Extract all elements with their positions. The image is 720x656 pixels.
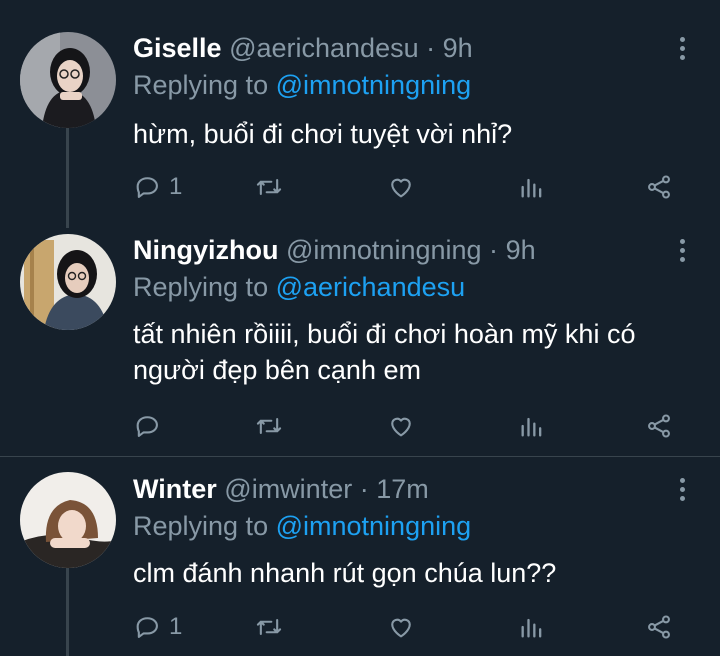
avatar-ningyizhou[interactable] <box>20 234 116 330</box>
user-handle[interactable]: @imnotningning <box>286 235 482 265</box>
like-icon <box>391 417 411 437</box>
replying-to-line: Replying to @imnotningning <box>133 509 471 543</box>
replying-to-label: Replying to <box>133 70 269 100</box>
analytics-button[interactable] <box>518 170 546 204</box>
like-icon <box>391 178 411 198</box>
like-icon <box>391 618 411 638</box>
separator-dot: · <box>489 235 499 265</box>
user-handle[interactable]: @imwinter <box>224 474 352 504</box>
reply-icon <box>136 177 158 198</box>
share-button[interactable] <box>645 409 673 443</box>
retweet-icon <box>256 618 282 636</box>
replying-to-line: Replying to @imnotningning <box>133 68 471 102</box>
more-vertical-icon[interactable] <box>675 239 689 266</box>
analytics-button[interactable] <box>518 610 546 644</box>
tweet-text: tất nhiên rồiiii, buổi đi chơi hoàn mỹ k… <box>133 319 636 385</box>
reply-icon <box>136 617 158 638</box>
tweet-actions: 1 <box>133 610 693 644</box>
mention-link[interactable]: @imnotningning <box>276 70 472 100</box>
avatar-giselle[interactable] <box>20 32 116 128</box>
reply-count: 1 <box>169 173 183 200</box>
reply-icon <box>136 416 158 437</box>
like-button[interactable] <box>387 409 415 443</box>
analytics-icon <box>521 618 542 638</box>
tweet-header: Ningyizhou @imnotningning · 9h <box>133 232 536 268</box>
retweet-icon <box>256 417 282 435</box>
display-name[interactable]: Ningyizhou <box>133 235 278 265</box>
share-icon <box>648 615 670 639</box>
mention-link[interactable]: @imnotningning <box>276 511 472 541</box>
mention-link[interactable]: @aerichandesu <box>276 272 466 302</box>
reply-count: 1 <box>169 613 183 640</box>
timestamp[interactable]: 17m <box>376 474 429 504</box>
analytics-icon <box>521 417 542 437</box>
retweet-button[interactable] <box>255 170 283 204</box>
share-icon <box>648 175 670 199</box>
thread-line <box>66 568 69 656</box>
user-handle[interactable]: @aerichandesu <box>229 33 419 63</box>
like-button[interactable] <box>387 170 415 204</box>
more-vertical-icon[interactable] <box>675 37 689 64</box>
analytics-button[interactable] <box>518 409 546 443</box>
retweet-button[interactable] <box>255 409 283 443</box>
share-icon <box>648 414 670 438</box>
tweet-header: Winter @imwinter · 17m <box>133 471 429 507</box>
display-name[interactable]: Giselle <box>133 33 222 63</box>
replying-to-label: Replying to <box>133 272 269 302</box>
separator-dot: · <box>426 33 436 63</box>
analytics-icon <box>521 178 542 198</box>
tweet-actions <box>133 409 693 443</box>
share-button[interactable] <box>645 170 673 204</box>
reply-button[interactable] <box>133 409 169 443</box>
share-button[interactable] <box>645 610 673 644</box>
reply-button[interactable]: 1 <box>133 170 182 204</box>
tweet-header: Giselle @aerichandesu · 9h <box>133 30 473 66</box>
avatar-winter[interactable] <box>20 472 116 568</box>
tweet-divider <box>0 456 720 457</box>
reply-button[interactable]: 1 <box>133 610 182 644</box>
retweet-button[interactable] <box>255 610 283 644</box>
retweet-icon <box>256 178 282 196</box>
separator-dot: · <box>359 474 369 504</box>
tweet-text: hừm, buổi đi chơi tuyệt vời nhỉ? <box>133 119 513 149</box>
thread-line <box>66 128 69 228</box>
display-name[interactable]: Winter <box>133 474 217 504</box>
tweet-text: clm đánh nhanh rút gọn chúa lun?? <box>133 558 557 588</box>
replying-to-label: Replying to <box>133 511 269 541</box>
tweet-actions: 1 <box>133 170 693 204</box>
timestamp[interactable]: 9h <box>443 33 473 63</box>
timestamp[interactable]: 9h <box>506 235 536 265</box>
more-vertical-icon[interactable] <box>675 478 689 505</box>
like-button[interactable] <box>387 610 415 644</box>
replying-to-line: Replying to @aerichandesu <box>133 270 465 304</box>
